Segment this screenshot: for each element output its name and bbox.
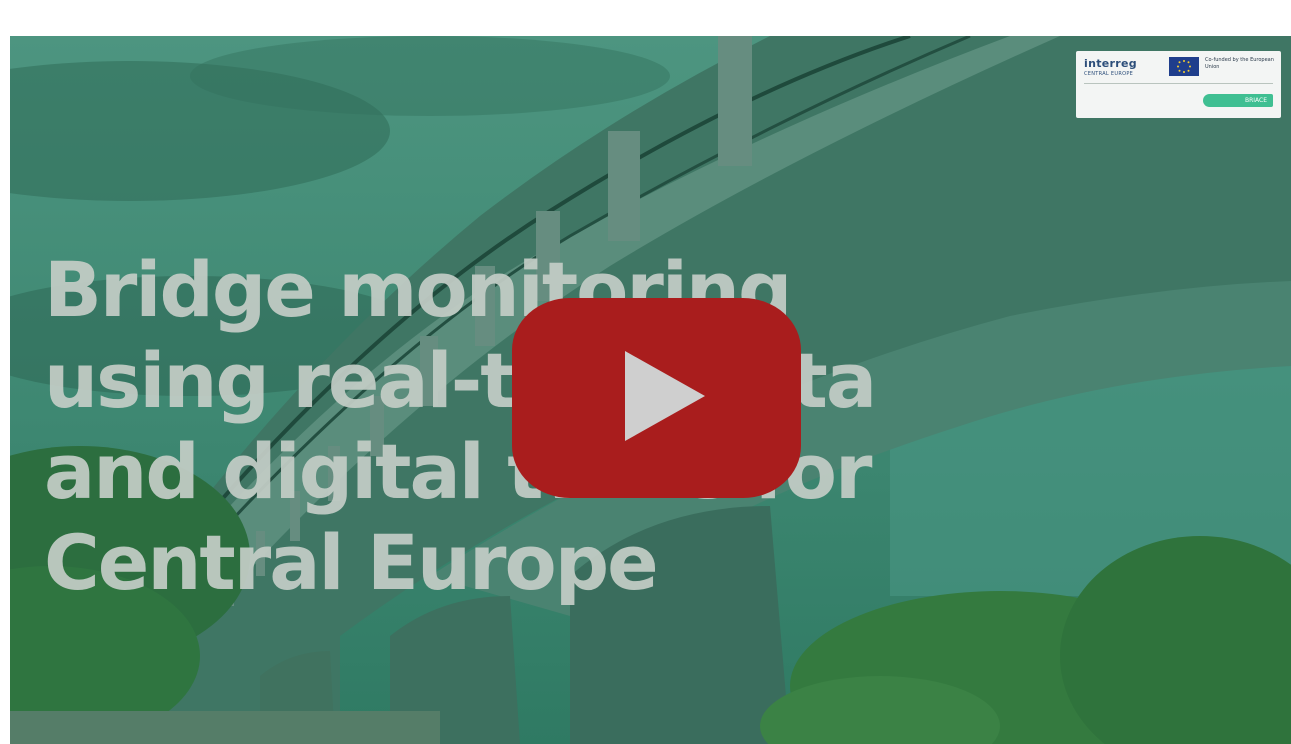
sponsor-logo-card: interreg CENTRAL EUROPE Co-funded by the…	[1076, 51, 1281, 118]
brand-subtitle: CENTRAL EUROPE	[1084, 71, 1134, 77]
play-icon	[625, 351, 705, 441]
video-title-line-4: Central Europe	[44, 518, 659, 607]
brand-name: interreg	[1084, 57, 1137, 70]
video-player[interactable]: Bridge monitoring using real-time data a…	[10, 36, 1291, 744]
play-button[interactable]	[512, 298, 801, 498]
project-tag: BRIACE	[1203, 94, 1273, 107]
eu-flag-icon	[1169, 57, 1199, 76]
eu-funding-text: Co-funded by the European Union	[1205, 57, 1274, 70]
logo-divider	[1084, 83, 1273, 84]
interreg-logo: interreg CENTRAL EUROPE	[1084, 57, 1137, 77]
